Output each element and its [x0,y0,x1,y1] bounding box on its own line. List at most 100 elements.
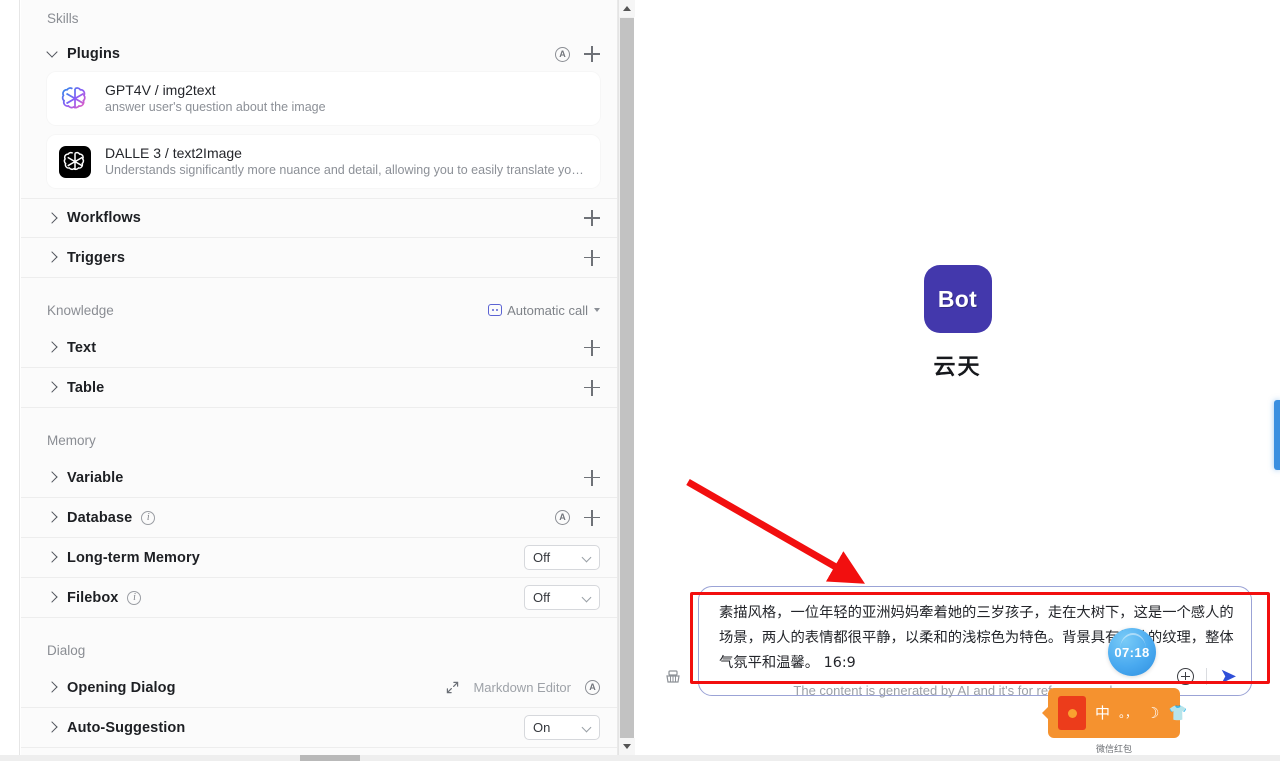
row-opening-dialog[interactable]: Opening Dialog Markdown Editor A [21,668,617,708]
circle-a-icon[interactable]: A [555,510,570,525]
scroll-up-button[interactable] [619,0,635,17]
row-label-opening-dialog: Opening Dialog [67,679,176,696]
info-icon[interactable]: i [127,590,142,605]
row-label-workflows: Workflows [67,210,141,226]
chevron-right-icon[interactable] [47,682,58,693]
markdown-editor-label[interactable]: Markdown Editor [473,680,571,695]
plugin-text-dalle3: DALLE 3 / text2Image Understands signifi… [105,144,588,179]
row-label-auto-suggestion: Auto-Suggestion [67,719,186,736]
plugin-name: GPT4V / img2text [105,82,216,98]
chevron-right-icon[interactable] [47,382,58,393]
panel-bottom-spacer [21,748,617,755]
plugin-description: Understands significantly more nuance an… [105,163,588,177]
chevron-right-icon[interactable] [47,512,58,523]
chevron-right-icon[interactable] [47,592,58,603]
bot-intro-block: Bot 云天 [635,265,1280,381]
plugin-card-gpt4v[interactable]: GPT4V / img2text answer user's question … [47,72,600,125]
ime-caption: 微信红包 [1095,744,1132,754]
row-workflows[interactable]: Workflows [21,198,617,238]
row-filebox[interactable]: Filebox i Off [21,578,617,618]
automatic-call-dropdown[interactable]: Automatic call [488,303,600,318]
add-database-button[interactable] [584,509,600,526]
section-title-skills: Skills [47,10,79,26]
row-triggers[interactable]: Triggers [21,238,617,278]
row-label-database: Database [67,509,133,526]
circle-a-icon[interactable]: A [555,46,570,62]
clock-widget[interactable]: 07:18 [1108,628,1156,676]
info-icon[interactable]: i [141,510,156,525]
filebox-select[interactable]: Off [524,585,600,610]
chevron-down-icon[interactable] [594,308,600,312]
openai-black-icon [59,145,91,178]
left-gutter [0,0,20,755]
composer-input[interactable]: 素描风格，一位年轻的亚洲妈妈牽着她的三岁孩子，走在大树下，这是一个感人的场景，两… [719,601,1234,676]
screen-root: Skills Plugins A GPT4V / img2text answer… [0,0,1280,761]
add-plugin-button[interactable] [584,46,600,62]
add-text-knowledge-button[interactable] [584,339,600,356]
circle-a-icon[interactable]: A [585,680,600,695]
knowledge-section-header: Knowledge Automatic call [21,292,617,328]
ai-disclaimer: The content is generated by AI and it's … [793,683,1122,698]
panel-scroll-content: Skills Plugins A GPT4V / img2text answer… [21,0,617,755]
row-table[interactable]: Table [21,368,617,408]
chevron-up-icon [623,6,631,11]
select-value: Off [533,590,551,605]
select-value: On [533,720,551,735]
message-composer[interactable]: 素描风格，一位年轻的亚洲妈妈牽着她的三岁孩子，走在大树下，这是一个感人的场景，两… [698,586,1252,696]
ime-moon-icon[interactable]: ☽ [1146,706,1159,721]
horizontal-scrollbar-thumb[interactable] [300,755,360,761]
red-packet-icon[interactable] [1058,696,1086,730]
panel-vertical-scrollbar[interactable] [618,0,635,755]
chevron-down-icon [583,554,591,562]
row-label-text: Text [67,339,97,356]
ime-punctuation-toggle[interactable]: 。， [1119,707,1137,719]
expand-icon[interactable] [446,681,459,694]
row-long-term-memory[interactable]: Long-term Memory Off [21,538,617,578]
plugin-text-gpt4v: GPT4V / img2text answer user's question … [105,81,326,116]
chevron-right-icon[interactable] [47,552,58,563]
horizontal-scrollbar[interactable] [0,755,1280,761]
add-table-knowledge-button[interactable] [584,379,600,396]
chevron-down-icon [623,744,631,749]
scrollbar-thumb[interactable] [620,18,634,744]
chevron-right-icon[interactable] [47,252,58,263]
row-variable[interactable]: Variable [21,458,617,498]
ime-language-toggle[interactable]: 中 [1095,706,1110,721]
row-auto-suggestion[interactable]: Auto-Suggestion On [21,708,617,748]
automatic-call-label: Automatic call [507,302,588,318]
plugin-card-dalle3[interactable]: DALLE 3 / text2Image Understands signifi… [47,135,600,188]
ime-toolbar[interactable]: 中 。， ☽ 👕 [1042,688,1187,738]
plugin-description: answer user's question about the image [105,100,326,114]
row-label-table: Table [67,379,105,396]
chevron-right-icon[interactable] [47,472,58,483]
right-edge-panel-handle[interactable] [1274,400,1280,470]
automatic-call-icon [488,304,503,316]
section-title-knowledge: Knowledge [47,302,114,318]
bot-avatar: Bot [923,265,992,333]
chevron-down-icon[interactable] [47,49,58,60]
section-title-memory: Memory [47,432,96,448]
chevron-right-icon[interactable] [47,722,58,733]
add-variable-button[interactable] [584,469,600,486]
row-text[interactable]: Text [21,328,617,368]
scroll-down-button[interactable] [619,738,635,755]
ime-skin-icon[interactable]: 👕 [1168,706,1187,721]
select-value: Off [533,550,551,565]
add-workflow-button[interactable] [584,210,600,226]
row-label-long-term-memory: Long-term Memory [67,549,200,566]
plugins-group-header[interactable]: Plugins A [21,36,617,72]
bot-configuration-panel: Skills Plugins A GPT4V / img2text answer… [21,0,618,755]
auto-suggestion-select[interactable]: On [524,715,600,740]
chat-preview-area: Bot 云天 素描风格，一位年轻的亚洲妈妈牽着她的三岁孩子，走在大树下，这是一个… [635,0,1280,755]
openai-gradient-icon [59,83,91,115]
row-database[interactable]: Database i A [21,498,617,538]
row-label-triggers: Triggers [67,249,126,266]
chevron-down-icon [583,724,591,732]
chevron-right-icon[interactable] [47,213,58,224]
plugin-name: DALLE 3 / text2Image [105,145,242,161]
row-label-filebox: Filebox [67,589,119,606]
plugins-group-label: Plugins [67,46,121,62]
long-term-memory-select[interactable]: Off [524,545,600,570]
chevron-right-icon[interactable] [47,342,58,353]
add-trigger-button[interactable] [584,249,600,266]
